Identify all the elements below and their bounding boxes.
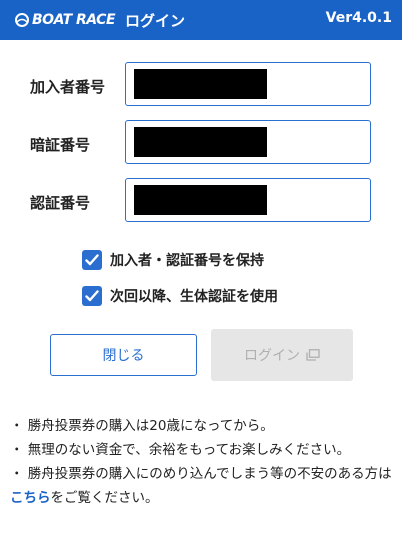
boat-icon	[15, 13, 29, 27]
checkmark-icon	[85, 254, 99, 266]
login-button[interactable]: ログイン	[211, 329, 353, 381]
notice-text: ・ 勝舟投票券の購入は20歳になってから。 ・ 無理のない資金で、余裕をもってお…	[10, 414, 394, 510]
biometric-label: 次回以降、生体認証を使用	[110, 289, 278, 305]
keep-numbers-checkbox[interactable]	[82, 250, 102, 270]
app-header: BOAT RACE ログイン Ver4.0.1	[0, 0, 402, 40]
auth-number-label: 認証番号	[30, 194, 91, 212]
close-button-label: 閉じる	[102, 348, 145, 364]
notice-age: ・ 勝舟投票券の購入は20歳になってから。	[10, 418, 274, 434]
auth-number-input[interactable]	[125, 178, 371, 222]
keep-numbers-option[interactable]: 加入者・認証番号を保持	[82, 250, 264, 270]
version-label: Ver4.0.1	[325, 10, 392, 26]
pin-input[interactable]	[125, 120, 371, 164]
help-link[interactable]: こちら	[10, 490, 51, 506]
notice-addiction-end: をご覧ください。	[50, 490, 159, 506]
boatrace-logo: BOAT RACE	[14, 12, 116, 28]
redaction-block	[134, 185, 267, 215]
keep-numbers-label: 加入者・認証番号を保持	[110, 253, 264, 269]
external-window-icon	[306, 349, 320, 361]
biometric-option[interactable]: 次回以降、生体認証を使用	[82, 286, 278, 306]
brand: BOAT RACE ログイン	[14, 9, 185, 31]
member-number-input[interactable]	[125, 62, 371, 106]
close-button[interactable]: 閉じる	[50, 334, 197, 376]
member-number-label: 加入者番号	[30, 78, 106, 96]
pin-label: 暗証番号	[30, 136, 91, 154]
checkmark-icon	[85, 290, 99, 302]
redaction-block	[134, 127, 267, 157]
brand-text: BOAT RACE	[32, 12, 116, 28]
redaction-block	[134, 69, 267, 99]
page-title: ログイン	[125, 11, 186, 30]
notice-addiction-text: ・ 勝舟投票券の購入にのめり込んでしまう等の不安のある方は	[10, 466, 392, 482]
biometric-checkbox[interactable]	[82, 286, 102, 306]
notice-addiction: ・ 勝舟投票券の購入にのめり込んでしまう等の不安のある方はこちらをご覧ください。	[10, 462, 394, 510]
notice-funds: ・ 無理のない資金で、余裕をもってお楽しみください。	[10, 442, 351, 458]
login-button-label: ログイン	[244, 348, 300, 364]
